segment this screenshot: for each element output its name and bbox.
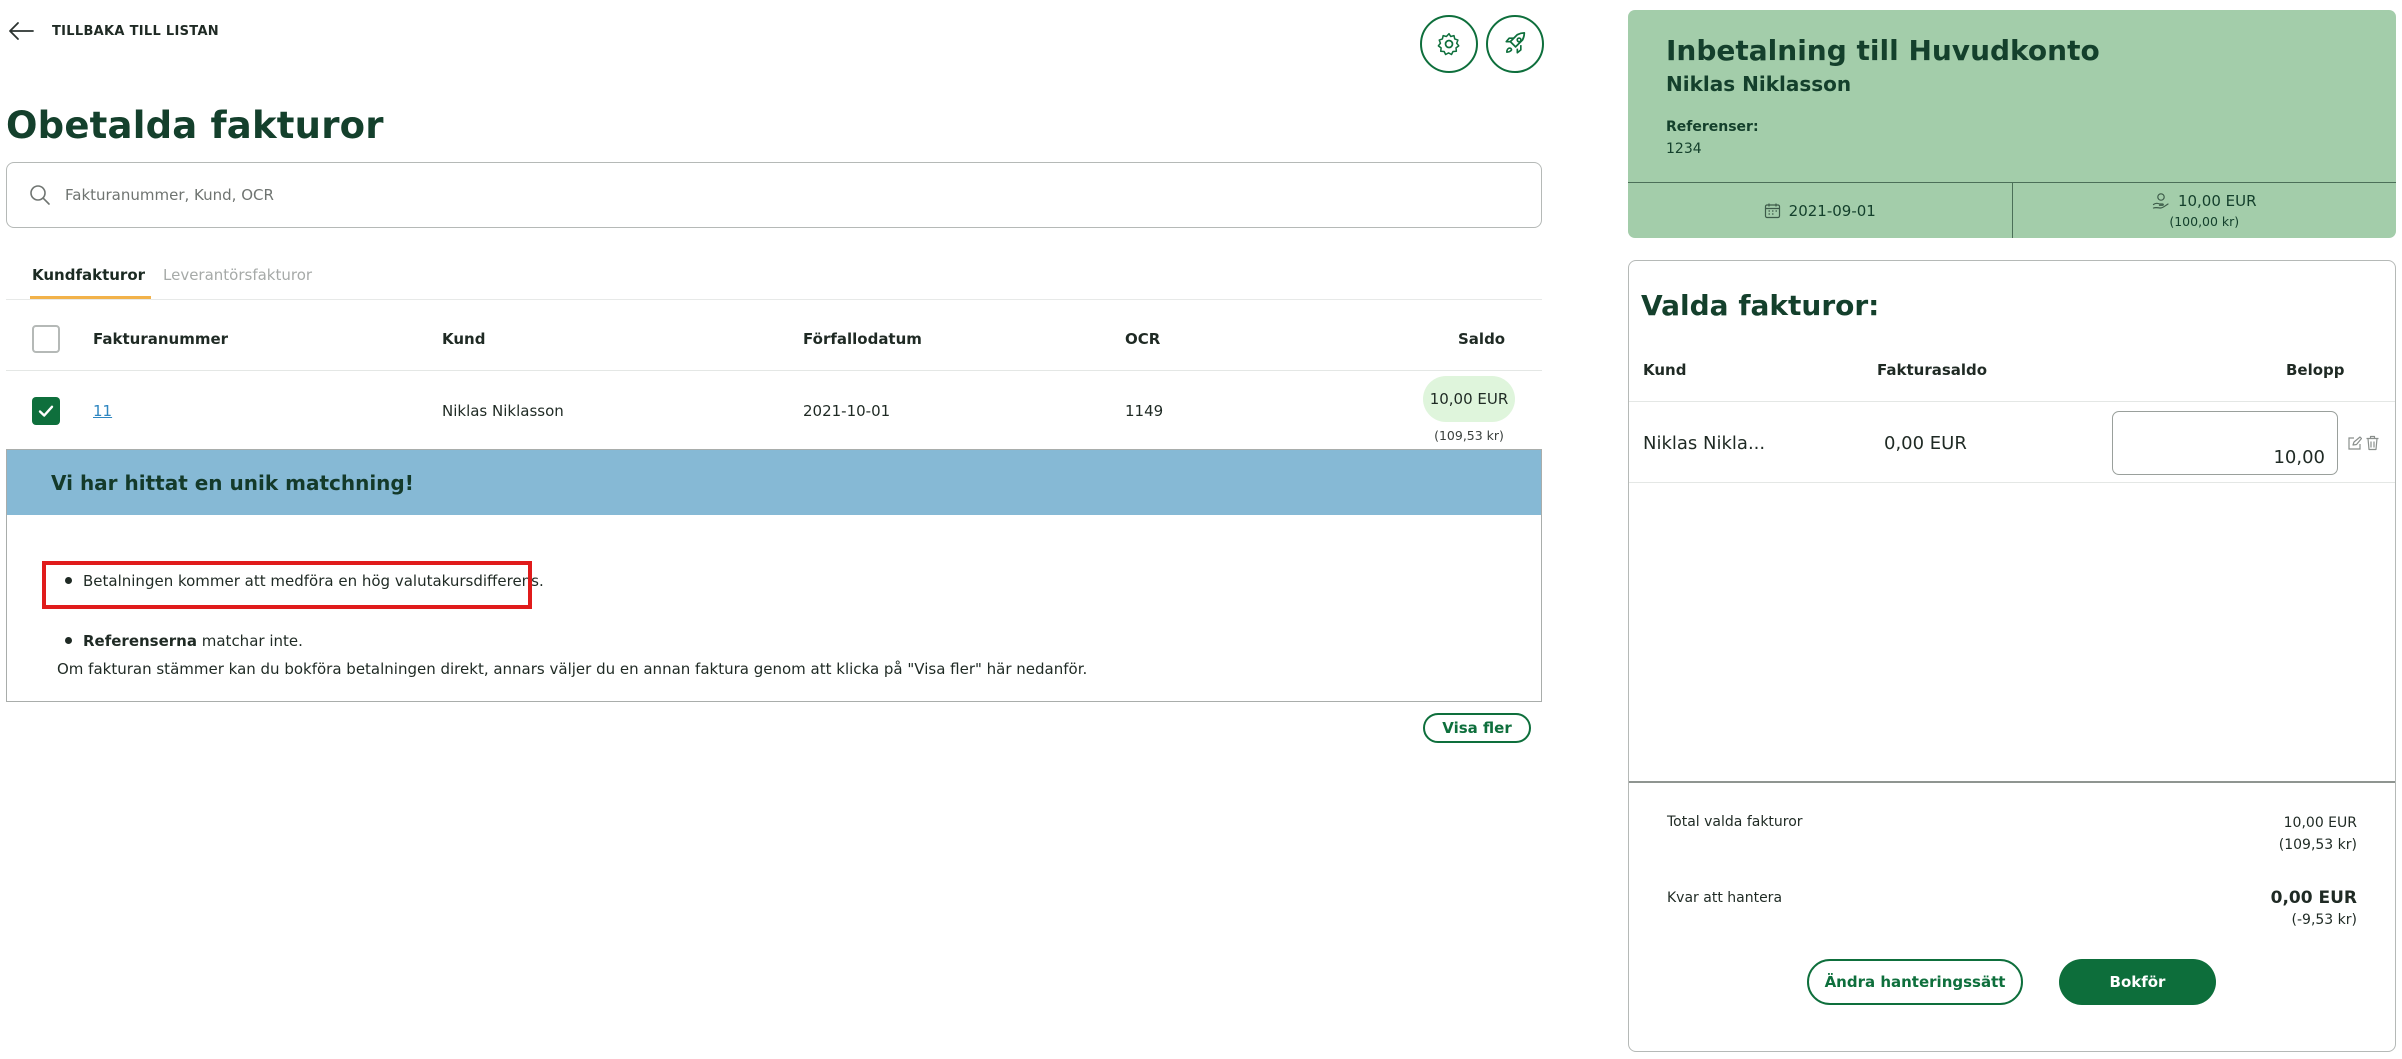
book-button[interactable]: Bokför [2059,959,2216,1005]
trash-icon [2366,435,2379,451]
search-box[interactable] [6,162,1542,228]
total-selected-eur: 10,00 EUR [2283,815,2357,831]
selected-row-invoice-balance: 0,00 EUR [1884,433,1967,454]
payment-amount-sek: (100,00 kr) [2169,214,2240,229]
page-title: Obetalda fakturor [6,104,384,147]
balance-badge: 10,00 EUR [1423,376,1515,422]
col-header-ocr[interactable]: OCR [1125,330,1160,348]
show-more-button[interactable]: Visa fler [1423,713,1531,743]
amount-input[interactable] [2112,411,2338,475]
selected-invoices-panel: Valda fakturor: Kund Fakturasaldo Belopp… [1628,260,2396,1052]
selected-divider [1629,401,2395,402]
selected-title: Valda fakturor: [1641,289,1880,322]
references-label: Referenser: [1666,119,1759,135]
tab-supplier-invoices[interactable]: Leverantörsfakturor [163,266,312,296]
totals-divider [1629,781,2395,783]
match-note: Om fakturan stämmer kan du bokföra betal… [57,660,1088,678]
total-selected-sek: (109,53 kr) [2278,837,2357,853]
calendar-icon [1764,203,1780,219]
match-item-2-rest: matchar inte. [196,632,303,650]
total-selected-value: 10,00 EUR (109,53 kr) [2279,812,2357,856]
payment-title: Inbetalning till Huvudkonto [1666,34,2100,67]
row-ocr: 1149 [1125,402,1164,420]
check-icon [38,405,54,417]
change-handling-button[interactable]: Ändra hanteringssätt [1807,959,2023,1005]
back-to-list-label: TILLBAKA TILL LISTAN [52,23,219,39]
row-checkbox[interactable] [32,397,60,425]
select-all-checkbox[interactable] [32,325,60,353]
col-header-customer[interactable]: Kund [442,330,485,348]
total-selected-label: Total valda fakturor [1667,814,1803,830]
remaining-value: 0,00 EUR (-9,53 kr) [2271,887,2357,931]
col-header-due-date[interactable]: Förfallodatum [803,330,922,348]
row-due-date: 2021-10-01 [803,402,891,420]
payment-payer: Niklas Niklasson [1666,72,1852,96]
payment-amount: 10,00 EUR [2177,192,2257,210]
edit-button[interactable] [2347,436,2363,455]
bullet [65,637,72,644]
payment-date: 2021-09-01 [1788,201,1876,220]
payment-card: Inbetalning till Huvudkonto Niklas Nikla… [1628,10,2396,238]
table-divider [6,370,1542,371]
money-hand-icon [2152,193,2169,209]
settings-button[interactable] [1420,15,1478,73]
remaining-label: Kvar att hantera [1667,890,1783,906]
rocket-button[interactable] [1486,15,1544,73]
references-value: 1234 [1666,141,1702,157]
invoice-tabs: Kundfakturor Leverantörsfakturor [6,258,1542,300]
search-input[interactable] [65,186,1465,204]
balance-sek: (109,53 kr) [1434,428,1504,443]
arrow-left-icon [9,22,34,40]
remaining-eur: 0,00 EUR [2270,888,2357,908]
tab-customer-invoices[interactable]: Kundfakturor [30,266,152,299]
search-icon [30,185,50,205]
match-item-references: Referenserna matchar inte. [43,632,303,650]
col-header-invoice-number[interactable]: Fakturanummer [93,330,228,348]
payment-amount-cell: 10,00 EUR (100,00 kr) [2011,183,2397,238]
payment-date-cell: 2021-09-01 [1628,183,2012,238]
match-item-2-bold: Referenserna [83,632,197,650]
row-customer: Niklas Niklasson [442,402,564,420]
selected-col-invoice-balance: Fakturasaldo [1877,361,1988,379]
edit-icon [2348,436,2363,450]
rocket-icon [1505,32,1526,54]
highlight-box [42,561,532,609]
selected-col-amount: Belopp [2286,361,2345,379]
selected-row-divider [1629,482,2395,483]
invoice-number-link[interactable]: 11 [93,402,112,420]
selected-col-customer: Kund [1643,361,1687,379]
back-to-list-link[interactable]: TILLBAKA TILL LISTAN [8,16,219,46]
payment-footer: 2021-09-01 10,00 EUR (100,00 kr) [1628,182,2396,238]
gear-icon [1437,32,1460,56]
match-heading: Vi har hittat en unik matchning! [7,450,1541,515]
delete-button[interactable] [2365,435,2380,455]
selected-row-customer: Niklas Nikla... [1643,433,1766,454]
remaining-sek: (-9,53 kr) [2291,912,2357,928]
col-header-balance[interactable]: Saldo [1458,330,1505,348]
